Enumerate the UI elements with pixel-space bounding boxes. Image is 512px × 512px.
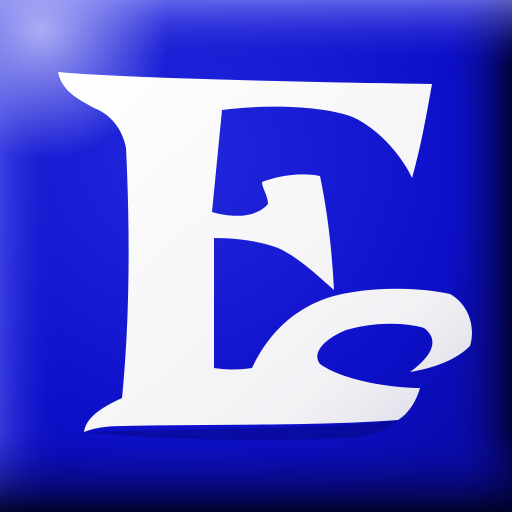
letter-f-logo-icon xyxy=(0,0,512,512)
app-icon-tile[interactable] xyxy=(0,0,512,512)
